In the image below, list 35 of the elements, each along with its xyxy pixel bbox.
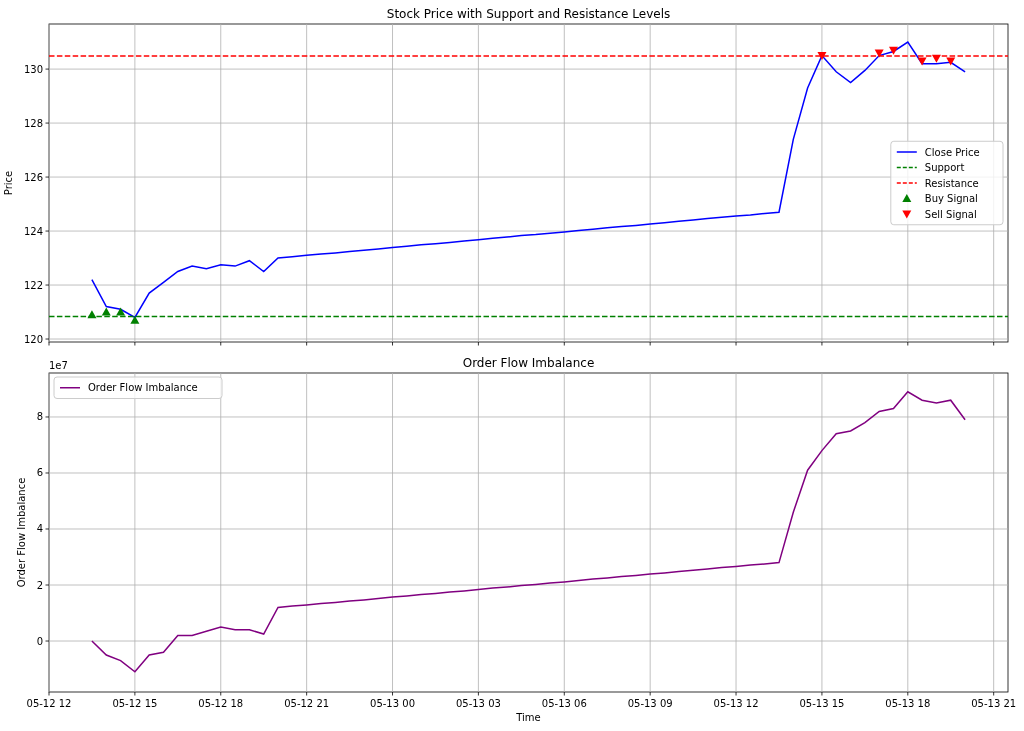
tick-label: 05-13 06 [541,698,587,709]
tick-label: 120 [23,333,43,345]
tick-label: 05-13 21 [971,698,1017,709]
tick-label: 2 [36,579,43,591]
tick-label: 05-13 15 [799,698,845,709]
tick-label: 126 [23,171,43,183]
legend-label: Support [924,162,965,173]
tick-label: 6 [36,467,43,479]
tick-label: 8 [36,411,43,423]
legend-label: Order Flow Imbalance [88,382,198,394]
chart-title: Stock Price with Support and Resistance Levels [386,7,671,21]
tick-label: 05-12 15 [112,698,158,709]
tick-label: 05-13 09 [627,698,673,709]
legend-label: Close Price [924,146,980,158]
tick-label: 05-13 00 [370,698,415,709]
tick-label: 0 [36,635,43,647]
tick-label: 05-12 21 [284,698,330,709]
legend-label: Resistance [924,177,979,189]
tick-label: 4 [36,523,43,535]
axis-label: Time [516,712,541,723]
tick-label: 05-13 12 [713,698,759,709]
axis-label: Order Flow Imbalance [16,477,27,588]
axis-offset-label: 1e7 [49,360,68,371]
chart-title: Order Flow Imbalance [462,356,595,370]
tick-label: 05-12 12 [26,698,72,709]
tick-label: 128 [23,117,43,129]
tick-label: 122 [23,279,43,291]
tick-label: 130 [23,63,43,75]
tick-label: 124 [23,225,43,237]
legend-label: Sell Signal [924,208,977,220]
tick-label: 05-12 18 [198,698,244,709]
tick-label: 05-13 03 [455,698,501,709]
legend-label: Buy Signal [924,193,978,204]
axis-label: Price [3,170,14,196]
tick-label: 05-13 18 [885,698,931,709]
